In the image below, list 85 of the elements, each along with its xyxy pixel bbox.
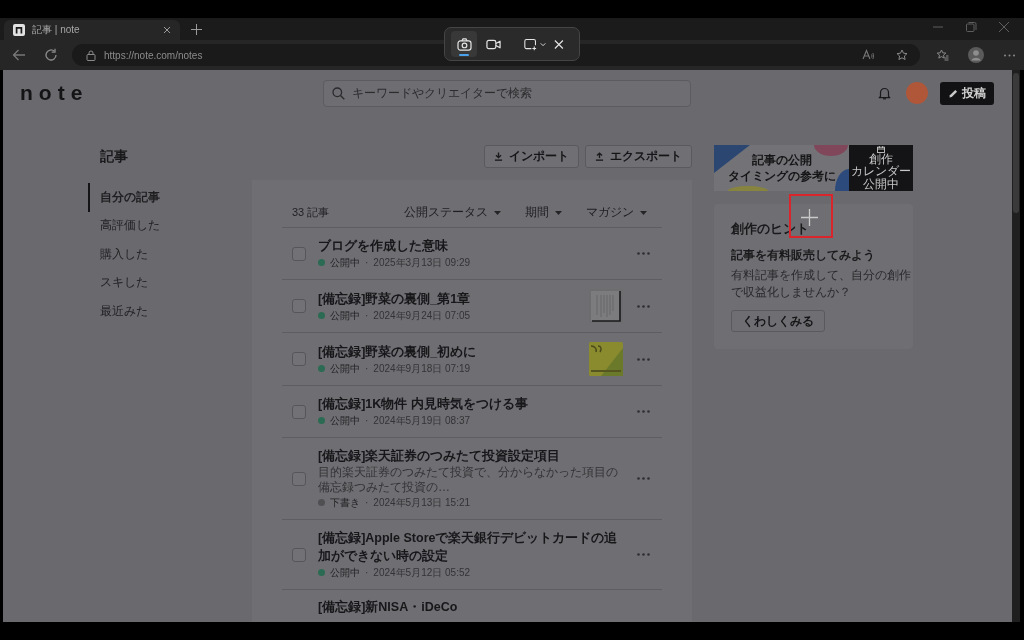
camera-icon [456, 37, 472, 51]
search-field[interactable]: キーワードやクリエイターで検索 [323, 79, 691, 107]
video-camera-icon [485, 37, 501, 51]
more-icon[interactable] [637, 553, 650, 556]
more-icon[interactable] [637, 252, 650, 255]
reload-icon[interactable] [44, 48, 58, 62]
article-status: 公開中 [330, 361, 360, 376]
sidebar-item[interactable]: 自分の記事 [88, 183, 160, 212]
note-logo[interactable]: note [20, 81, 89, 105]
separator-dot: · [365, 256, 369, 270]
more-icon[interactable] [637, 477, 650, 480]
sidebar-item[interactable]: 最近みた [88, 297, 148, 326]
filter-dropdown[interactable]: 公開ステータス [404, 205, 501, 220]
page-thumbnail [589, 289, 623, 323]
article-title[interactable]: [備忘録]Apple Storeで楽天銀行デビットカードの追加ができない時の設定 [318, 529, 625, 565]
cover-thumbnail [589, 342, 623, 376]
banner-headline: 記事の公開 タイミングの参考に [727, 152, 836, 184]
article-title[interactable]: [備忘録]野菜の裏側_第1章 [318, 289, 577, 308]
back-arrow-icon[interactable] [12, 48, 26, 62]
badge-text: 創作 カレンダー 公開中 [851, 152, 911, 191]
half-circle-drawing [728, 186, 768, 191]
article-title[interactable]: [備忘録]楽天証券のつみたて投資設定項目 [318, 447, 625, 465]
favicon-icon [13, 24, 25, 36]
bell-icon[interactable] [878, 86, 891, 100]
caret-icon [540, 41, 547, 47]
browser-tab[interactable]: 記事 | note [4, 20, 180, 40]
article-title[interactable]: ブログを作成した意味 [318, 237, 625, 255]
export-button[interactable]: エクスポート [585, 145, 692, 168]
article-status: 公開中 [330, 256, 360, 270]
upload-icon [595, 152, 604, 161]
quarter-circle-drawing [835, 169, 849, 191]
article-status: 公開中 [330, 308, 360, 323]
caret-icon [555, 210, 562, 215]
scrollbar-thumb[interactable] [1013, 73, 1019, 213]
separator-dot: · [365, 361, 369, 376]
separator-dot: · [365, 414, 369, 428]
checkbox[interactable] [292, 404, 306, 419]
article-title[interactable]: [備忘録]新NISA・iDeCo [318, 598, 662, 616]
star-icon[interactable] [896, 49, 908, 61]
promo-banner[interactable]: 記事の公開 タイミングの参考に 創作 カレンダー 公開中 [714, 145, 913, 191]
caret-icon [640, 210, 647, 215]
sidebar-item[interactable]: スキした [88, 268, 148, 297]
separator-dot: · [365, 566, 369, 580]
calendar-icon [877, 145, 885, 153]
article-title[interactable]: [備忘録]野菜の裏側_初めに [318, 342, 577, 361]
screenshot-mode-button[interactable] [451, 31, 477, 57]
lock-icon[interactable] [86, 49, 96, 61]
favorites-icon[interactable] [936, 48, 949, 62]
download-icon [494, 152, 503, 161]
more-icon[interactable] [637, 410, 650, 413]
close-tab-icon[interactable] [163, 26, 171, 34]
hint-heading: 記事を有料販売してみよう [731, 247, 875, 263]
read-aloud-icon[interactable] [862, 49, 874, 61]
article-status: 公開中 [330, 566, 360, 580]
article-count: 33 記事 [292, 205, 330, 220]
sidebar-item[interactable]: 購入した [88, 240, 148, 269]
sidebar-item[interactable]: 高評価した [88, 211, 160, 240]
page-title: 記事 [100, 147, 128, 166]
checkbox[interactable] [292, 246, 306, 261]
separator-dot: · [365, 496, 369, 510]
import-button[interactable]: インポート [484, 145, 579, 168]
details-button[interactable]: くわしくみる [731, 310, 825, 332]
article-title[interactable]: [備忘録]1K物件 内見時気をつける事 [318, 395, 625, 413]
pencil-icon [948, 88, 958, 98]
separator-dot: · [365, 308, 369, 323]
checkbox[interactable] [292, 471, 306, 486]
new-tab-icon[interactable] [191, 24, 202, 35]
restore-icon[interactable] [965, 21, 977, 33]
checkbox[interactable] [292, 547, 306, 562]
article-status: 公開中 [330, 414, 360, 428]
profile-icon[interactable] [968, 47, 984, 63]
checkbox[interactable] [292, 299, 306, 313]
search-icon [332, 86, 345, 100]
more-icon[interactable] [637, 304, 650, 308]
filter-dropdown[interactable]: 期間 [525, 205, 562, 220]
more-icon[interactable] [637, 357, 650, 361]
corner-triangle-drawing [714, 145, 750, 173]
rectangle-snip-icon [524, 37, 538, 51]
post-button[interactable]: 投稿 [940, 81, 994, 105]
filter-dropdown[interactable]: マガジン [586, 205, 647, 220]
checkbox[interactable] [292, 352, 306, 366]
article-status: 下書き [330, 496, 360, 510]
caret-icon [494, 210, 501, 215]
scrollbar-track[interactable] [1012, 70, 1020, 622]
half-circle-drawing [814, 145, 848, 156]
